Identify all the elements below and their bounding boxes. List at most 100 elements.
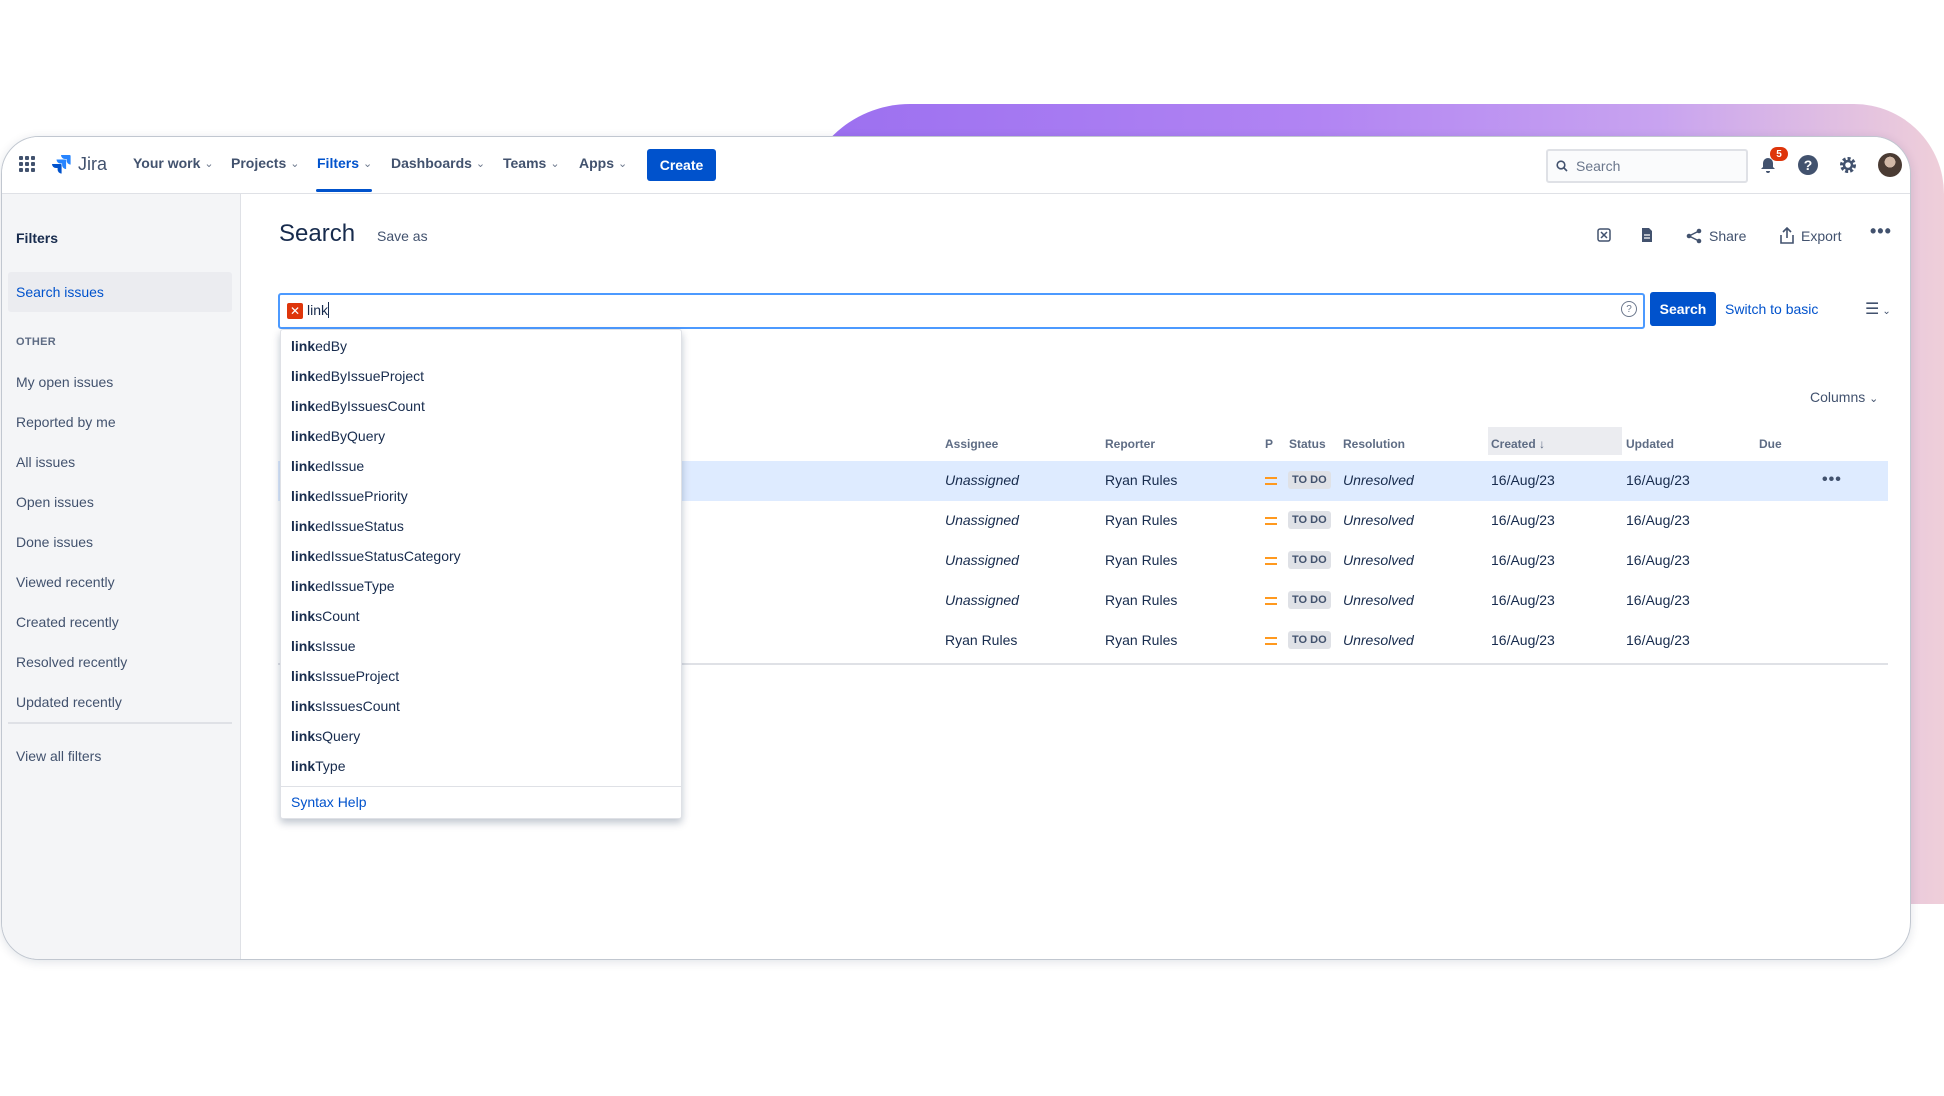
suggestion-item[interactable]: linksQuery: [291, 728, 360, 744]
help-button[interactable]: ?: [1794, 151, 1822, 179]
status-badge: TO DO: [1288, 631, 1331, 649]
chevron-down-icon: ⌄: [618, 157, 628, 170]
search-button[interactable]: Search: [1650, 292, 1716, 326]
column-header-resolution[interactable]: Resolution: [1343, 437, 1405, 451]
chevron-down-icon: ⌄: [290, 157, 300, 170]
global-search-input[interactable]: Search: [1546, 149, 1748, 183]
suggestion-item[interactable]: linkedIssuePriority: [291, 488, 408, 504]
column-header-due[interactable]: Due: [1759, 437, 1782, 451]
app-window: Jira Your work ⌄ Projects ⌄ Filters ⌄ Dashb…: [1, 136, 1911, 960]
nav-apps-label: Apps: [579, 155, 614, 171]
cell-created: 16/Aug/23: [1491, 512, 1555, 528]
sidebar-item-my-open-issues[interactable]: My open issues: [16, 374, 113, 390]
jql-query-text: link: [307, 302, 330, 318]
export-button[interactable]: Export: [1779, 227, 1841, 245]
search-icon: [1556, 160, 1568, 172]
cell-resolution: Unresolved: [1343, 632, 1414, 648]
help-icon[interactable]: ?: [1621, 301, 1637, 317]
nav-teams-label: Teams: [503, 155, 547, 171]
columns-button[interactable]: Columns ⌄: [1810, 389, 1878, 405]
nav-filters[interactable]: Filters ⌄: [317, 155, 372, 171]
jira-logo[interactable]: Jira: [50, 153, 107, 175]
arrow-down-icon: ↓: [1539, 437, 1546, 451]
cell-assignee: Unassigned: [945, 592, 1019, 608]
svg-text:?: ?: [1804, 157, 1813, 173]
sidebar-item-all-issues[interactable]: All issues: [16, 454, 75, 470]
column-header-priority[interactable]: P: [1265, 437, 1273, 451]
sidebar-item-created-recently[interactable]: Created recently: [16, 614, 119, 630]
priority-medium-icon: [1265, 517, 1277, 525]
cell-reporter: Ryan Rules: [1105, 472, 1178, 488]
status-badge: TO DO: [1288, 471, 1331, 489]
jira-logo-icon: [52, 155, 71, 174]
jql-autocomplete-dropdown: linkedBy linkedByIssueProject linkedByIs…: [280, 329, 682, 819]
more-icon[interactable]: •••: [1870, 221, 1892, 242]
share-button[interactable]: Share: [1685, 227, 1746, 245]
priority-medium-icon: [1265, 597, 1277, 605]
cell-reporter: Ryan Rules: [1105, 552, 1178, 568]
page-title: Search: [279, 220, 356, 247]
sidebar-item-done-issues[interactable]: Done issues: [16, 534, 93, 550]
chevron-down-icon: ⌄: [363, 157, 373, 170]
suggestion-item[interactable]: linkedIssueType: [291, 578, 395, 594]
sidebar-item-viewed-recently[interactable]: Viewed recently: [16, 574, 115, 590]
suggestion-item[interactable]: linkedIssueStatus: [291, 518, 404, 534]
suggestion-item[interactable]: linksCount: [291, 608, 359, 624]
cell-created: 16/Aug/23: [1491, 592, 1555, 608]
create-button[interactable]: Create: [647, 149, 716, 181]
suggestion-item[interactable]: linksIssue: [291, 638, 356, 654]
column-header-assignee[interactable]: Assignee: [945, 437, 998, 451]
cell-assignee: Unassigned: [945, 512, 1019, 528]
export-excel-button[interactable]: [1596, 227, 1612, 243]
cell-reporter: Ryan Rules: [1105, 512, 1178, 528]
suggestion-item[interactable]: linkedIssue: [291, 458, 364, 474]
list-view-icon[interactable]: ☰ ⌄: [1865, 299, 1891, 319]
sidebar-section-other: OTHER: [16, 336, 56, 348]
nav-your-work[interactable]: Your work ⌄: [133, 155, 214, 171]
row-more-icon[interactable]: •••: [1822, 471, 1842, 489]
suggestion-item[interactable]: linkType: [291, 758, 345, 774]
suggestion-item[interactable]: linkedIssueStatusCategory: [291, 548, 461, 564]
nav-apps[interactable]: Apps ⌄: [579, 155, 627, 171]
switch-to-basic-link[interactable]: Switch to basic: [1725, 301, 1818, 317]
suggestion-item[interactable]: linksIssuesCount: [291, 698, 400, 714]
sidebar-item-open-issues[interactable]: Open issues: [16, 494, 94, 510]
nav-teams[interactable]: Teams ⌄: [503, 155, 560, 171]
column-header-reporter[interactable]: Reporter: [1105, 437, 1155, 451]
priority-medium-icon: [1265, 477, 1277, 485]
jql-query-input[interactable]: ✕ link ?: [278, 293, 1645, 329]
settings-button[interactable]: [1834, 151, 1862, 179]
chevron-down-icon: ⌄: [1869, 393, 1879, 405]
suggestion-item[interactable]: linkedByQuery: [291, 428, 385, 444]
export-document-button[interactable]: [1639, 227, 1655, 243]
suggestion-item[interactable]: linkedBy: [291, 338, 347, 354]
cell-updated: 16/Aug/23: [1626, 592, 1690, 608]
cell-reporter: Ryan Rules: [1105, 632, 1178, 648]
suggestion-item[interactable]: linkedByIssueProject: [291, 368, 424, 384]
error-icon: ✕: [287, 303, 303, 319]
column-header-created[interactable]: Created ↓: [1491, 437, 1545, 451]
nav-projects[interactable]: Projects ⌄: [231, 155, 299, 171]
notification-count-badge: 5: [1770, 147, 1788, 161]
nav-dashboards-label: Dashboards: [391, 155, 472, 171]
status-badge: TO DO: [1288, 511, 1331, 529]
app-switcher-icon[interactable]: [18, 155, 36, 173]
nav-your-work-label: Your work: [133, 155, 201, 171]
column-header-status[interactable]: Status: [1289, 437, 1326, 451]
sidebar-item-reported-by-me[interactable]: Reported by me: [16, 414, 116, 430]
suggestion-item[interactable]: linksIssueProject: [291, 668, 399, 684]
nav-dashboards[interactable]: Dashboards ⌄: [391, 155, 485, 171]
sidebar-item-search-issues[interactable]: Search issues: [8, 272, 232, 312]
column-header-updated[interactable]: Updated: [1626, 437, 1674, 451]
global-search-placeholder: Search: [1576, 158, 1621, 174]
cell-updated: 16/Aug/23: [1626, 552, 1690, 568]
priority-medium-icon: [1265, 557, 1277, 565]
syntax-help-link[interactable]: Syntax Help: [291, 794, 366, 810]
avatar[interactable]: [1878, 153, 1902, 177]
sidebar-item-updated-recently[interactable]: Updated recently: [16, 694, 122, 710]
sidebar-item-resolved-recently[interactable]: Resolved recently: [16, 654, 127, 670]
suggestion-item[interactable]: linkedByIssuesCount: [291, 398, 425, 414]
nav-active-indicator: [316, 189, 372, 192]
sidebar-item-view-all-filters[interactable]: View all filters: [16, 748, 101, 764]
save-as-button[interactable]: Save as: [377, 228, 428, 244]
